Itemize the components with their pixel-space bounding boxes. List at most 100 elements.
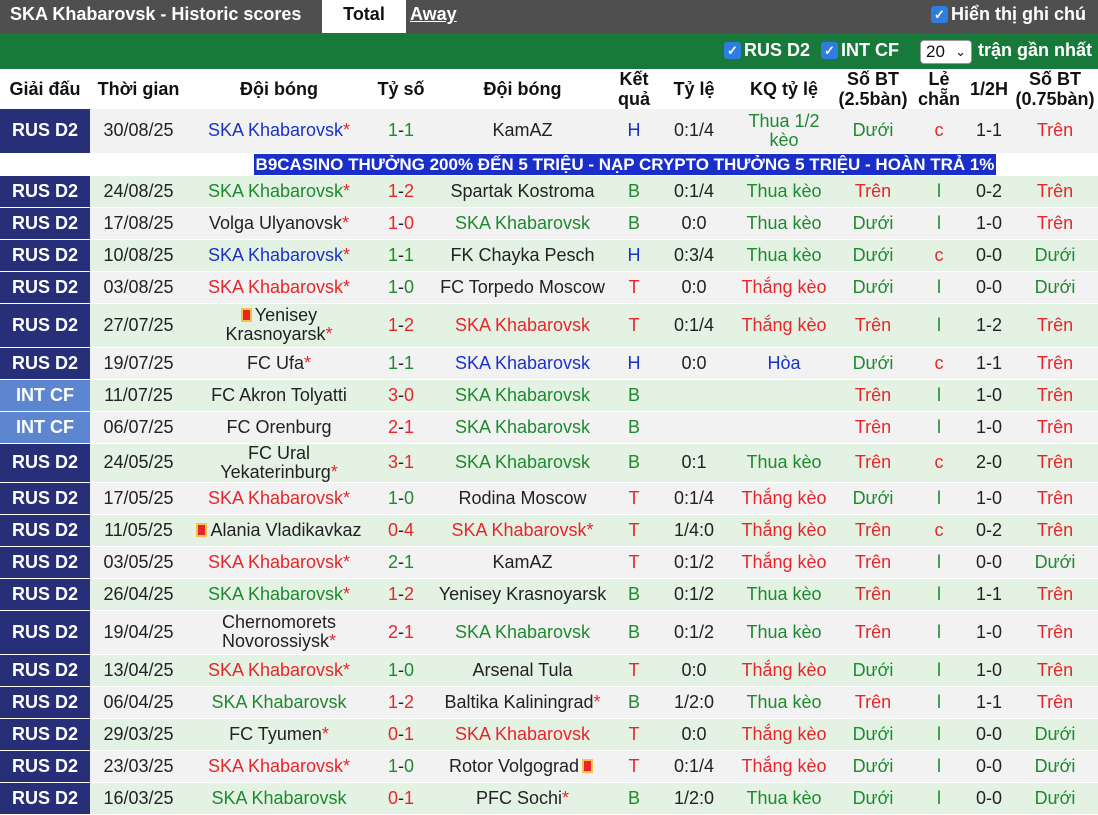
away-team-cell[interactable]: FK Chayka Pesch <box>431 239 614 272</box>
league-cell[interactable]: RUS D2 <box>0 750 90 783</box>
league-cell[interactable]: RUS D2 <box>0 546 90 579</box>
away-team-cell[interactable]: SKA Khabarovsk <box>431 443 614 483</box>
table-row[interactable]: RUS D2 24/08/25 SKA Khabarovsk* 1-2 Spar… <box>0 175 1098 208</box>
table-row[interactable]: INT CF 06/07/25 FC Orenburg 2-1 SKA Khab… <box>0 411 1098 444</box>
home-team-cell[interactable]: FC Akron Tolyatti <box>187 379 371 412</box>
table-row[interactable]: RUS D2 24/05/25 FC Ural Yekaterinburg* 3… <box>0 443 1098 483</box>
score-cell[interactable]: 2-1 <box>371 546 431 579</box>
away-team-name[interactable]: Arsenal Tula <box>472 660 572 680</box>
table-row[interactable]: RUS D2 19/04/25 Chernomorets Novorossiys… <box>0 610 1098 655</box>
home-team-name[interactable]: SKA Khabarovsk <box>208 120 343 140</box>
home-team-name[interactable]: FC Orenburg <box>226 417 331 437</box>
home-team-name[interactable]: FC Ural Yekaterinburg <box>220 443 330 482</box>
score-cell[interactable]: 1-0 <box>371 654 431 687</box>
home-team-name[interactable]: FC Tyumen <box>229 724 322 744</box>
home-team-name[interactable]: SKA Khabarovsk <box>208 488 343 508</box>
league-cell[interactable]: INT CF <box>0 411 90 444</box>
home-team-cell[interactable]: SKA Khabarovsk* <box>187 546 371 579</box>
checkbox-checked-icon[interactable]: ✓ <box>931 6 948 23</box>
home-team-name[interactable]: Volga Ulyanovsk <box>209 213 342 233</box>
home-team-cell[interactable]: SKA Khabarovsk* <box>187 271 371 304</box>
away-team-name[interactable]: FC Torpedo Moscow <box>440 277 605 297</box>
league-cell[interactable]: RUS D2 <box>0 207 90 240</box>
home-team-cell[interactable]: SKA Khabarovsk* <box>187 750 371 783</box>
tab-total[interactable]: Total <box>322 0 406 33</box>
league-cell[interactable]: INT CF <box>0 379 90 412</box>
home-team-name[interactable]: SKA Khabarovsk <box>208 181 343 201</box>
table-row[interactable]: RUS D2 27/07/25 Yenisey Krasnoyarsk* 1-2… <box>0 303 1098 348</box>
league-cell[interactable]: RUS D2 <box>0 303 90 348</box>
table-row[interactable]: RUS D2 17/08/25 Volga Ulyanovsk* 1-0 SKA… <box>0 207 1098 240</box>
table-row[interactable]: RUS D2 03/08/25 SKA Khabarovsk* 1-0 FC T… <box>0 271 1098 304</box>
league-cell[interactable]: RUS D2 <box>0 239 90 272</box>
away-team-cell[interactable]: Arsenal Tula <box>431 654 614 687</box>
score-cell[interactable]: 2-1 <box>371 411 431 444</box>
away-team-cell[interactable]: SKA Khabarovsk <box>431 303 614 348</box>
league-cell[interactable]: RUS D2 <box>0 718 90 751</box>
away-team-cell[interactable]: SKA Khabarovsk <box>431 207 614 240</box>
away-team-name[interactable]: SKA Khabarovsk <box>455 315 590 335</box>
tab-away[interactable]: Away <box>410 4 457 25</box>
score-cell[interactable]: 0-1 <box>371 782 431 815</box>
league-cell[interactable]: RUS D2 <box>0 109 90 154</box>
filter-league-rus[interactable]: ✓ RUS D2 <box>724 40 810 61</box>
table-row[interactable]: RUS D2 19/07/25 FC Ufa* 1-1 SKA Khabarov… <box>0 347 1098 380</box>
home-team-cell[interactable]: FC Orenburg <box>187 411 371 444</box>
league-cell[interactable]: RUS D2 <box>0 610 90 655</box>
table-row[interactable]: RUS D2 23/03/25 SKA Khabarovsk* 1-0 Roto… <box>0 750 1098 783</box>
away-team-cell[interactable]: KamAZ <box>431 546 614 579</box>
away-team-name[interactable]: Rodina Moscow <box>458 488 586 508</box>
league-cell[interactable]: RUS D2 <box>0 686 90 719</box>
away-team-name[interactable]: SKA Khabarovsk <box>455 353 590 373</box>
home-team-name[interactable]: SKA Khabarovsk <box>211 692 346 712</box>
home-team-name[interactable]: SKA Khabarovsk <box>211 788 346 808</box>
league-cell[interactable]: RUS D2 <box>0 514 90 547</box>
home-team-name[interactable]: FC Akron Tolyatti <box>211 385 347 405</box>
table-row[interactable]: RUS D2 26/04/25 SKA Khabarovsk* 1-2 Yeni… <box>0 578 1098 611</box>
away-team-cell[interactable]: Yenisey Krasnoyarsk <box>431 578 614 611</box>
match-count-select[interactable]: 20 ⌄ <box>920 40 972 64</box>
home-team-cell[interactable]: Alania Vladikavkaz <box>187 514 371 547</box>
away-team-name[interactable]: Spartak Kostroma <box>450 181 594 201</box>
away-team-name[interactable]: SKA Khabarovsk <box>451 520 586 540</box>
away-team-name[interactable]: SKA Khabarovsk <box>455 724 590 744</box>
score-cell[interactable]: 1-2 <box>371 686 431 719</box>
table-row[interactable]: RUS D2 13/04/25 SKA Khabarovsk* 1-0 Arse… <box>0 654 1098 687</box>
league-cell[interactable]: RUS D2 <box>0 271 90 304</box>
away-team-cell[interactable]: SKA Khabarovsk* <box>431 514 614 547</box>
league-cell[interactable]: RUS D2 <box>0 443 90 483</box>
table-row[interactable]: INT CF 11/07/25 FC Akron Tolyatti 3-0 SK… <box>0 379 1098 412</box>
home-team-cell[interactable]: SKA Khabarovsk <box>187 782 371 815</box>
table-row[interactable]: RUS D2 11/05/25 Alania Vladikavkaz 0-4 S… <box>0 514 1098 547</box>
score-cell[interactable]: 1-1 <box>371 347 431 380</box>
score-cell[interactable]: 0-1 <box>371 718 431 751</box>
home-team-cell[interactable]: SKA Khabarovsk <box>187 686 371 719</box>
home-team-name[interactable]: SKA Khabarovsk <box>208 277 343 297</box>
away-team-name[interactable]: FK Chayka Pesch <box>450 245 594 265</box>
away-team-name[interactable]: SKA Khabarovsk <box>455 213 590 233</box>
table-row[interactable]: RUS D2 29/03/25 FC Tyumen* 0-1 SKA Khaba… <box>0 718 1098 751</box>
home-team-name[interactable]: Alania Vladikavkaz <box>210 520 361 540</box>
home-team-cell[interactable]: SKA Khabarovsk* <box>187 109 371 154</box>
ad-banner-row[interactable]: B9CASINO THƯỞNG 200% ĐẾN 5 TRIỆU - NẠP C… <box>0 153 1098 176</box>
away-team-cell[interactable]: PFC Sochi* <box>431 782 614 815</box>
score-cell[interactable]: 3-0 <box>371 379 431 412</box>
home-team-cell[interactable]: Yenisey Krasnoyarsk* <box>187 303 371 348</box>
home-team-cell[interactable]: SKA Khabarovsk* <box>187 578 371 611</box>
home-team-name[interactable]: FC Ufa <box>247 353 304 373</box>
away-team-name[interactable]: Yenisey Krasnoyarsk <box>439 584 606 604</box>
score-cell[interactable]: 0-4 <box>371 514 431 547</box>
league-cell[interactable]: RUS D2 <box>0 482 90 515</box>
table-row[interactable]: RUS D2 16/03/25 SKA Khabarovsk 0-1 PFC S… <box>0 782 1098 815</box>
league-cell[interactable]: RUS D2 <box>0 347 90 380</box>
away-team-cell[interactable]: Rotor Volgograd <box>431 750 614 783</box>
score-cell[interactable]: 2-1 <box>371 610 431 655</box>
league-cell[interactable]: RUS D2 <box>0 654 90 687</box>
away-team-name[interactable]: SKA Khabarovsk <box>455 417 590 437</box>
score-cell[interactable]: 1-2 <box>371 303 431 348</box>
score-cell[interactable]: 1-0 <box>371 750 431 783</box>
home-team-name[interactable]: SKA Khabarovsk <box>208 756 343 776</box>
score-cell[interactable]: 1-0 <box>371 271 431 304</box>
away-team-cell[interactable]: SKA Khabarovsk <box>431 379 614 412</box>
away-team-name[interactable]: SKA Khabarovsk <box>455 622 590 642</box>
